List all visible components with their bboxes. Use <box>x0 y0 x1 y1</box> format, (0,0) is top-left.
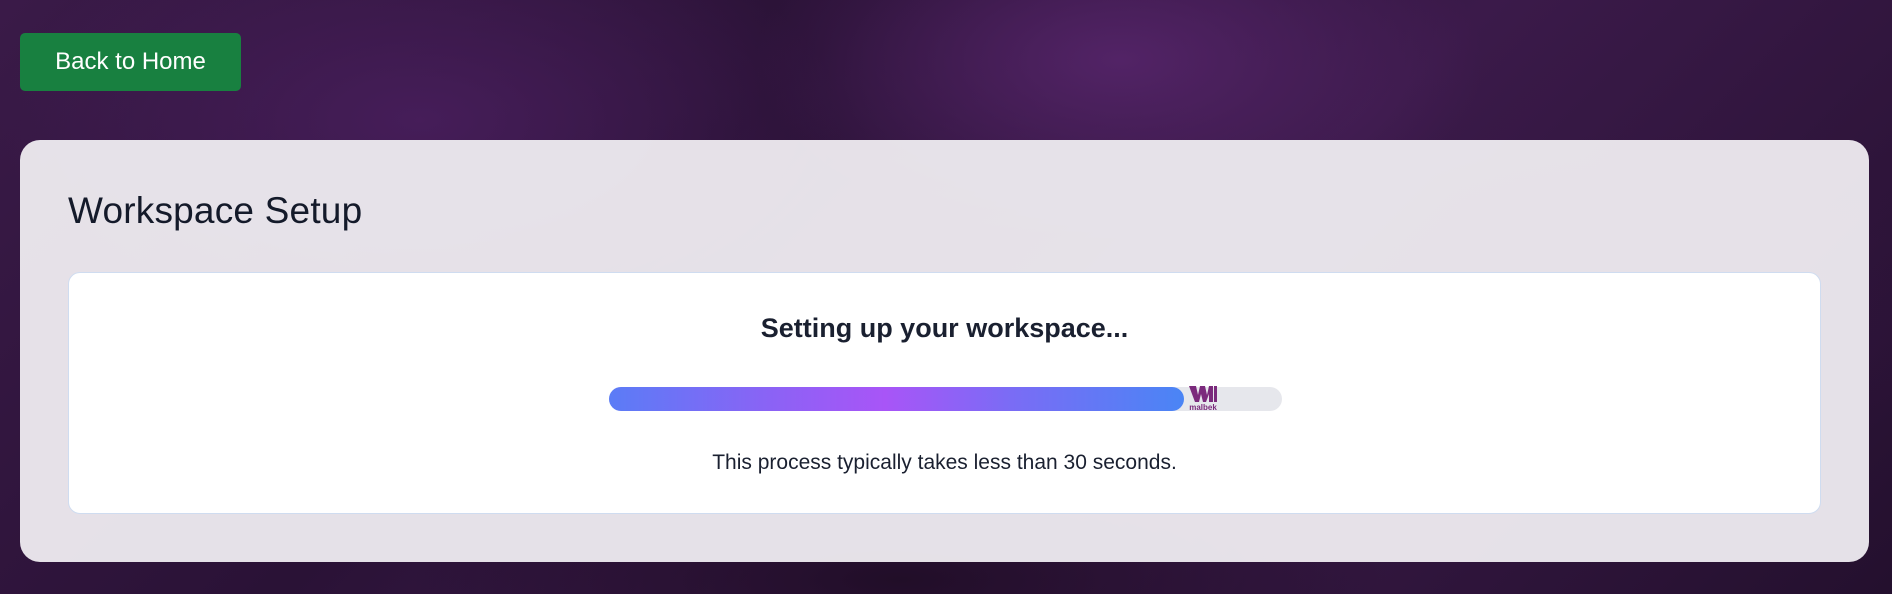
workspace-setup-card: Workspace Setup Setting up your workspac… <box>20 140 1869 562</box>
back-to-home-button[interactable]: Back to Home <box>20 33 241 91</box>
setup-status-heading: Setting up your workspace... <box>760 313 1129 343</box>
page-title: Workspace Setup <box>68 190 363 231</box>
malbek-logo-icon: malbek <box>1186 385 1220 415</box>
setup-duration-note: This process typically takes less than 3… <box>712 451 1177 474</box>
setup-progress-bar: malbek <box>609 386 1282 412</box>
progress-fill <box>609 387 1184 411</box>
malbek-mark-icon <box>1189 386 1217 402</box>
setup-status-panel: Setting up your workspace... malbek This… <box>68 272 1821 514</box>
malbek-logo-text: malbek <box>1189 403 1217 412</box>
